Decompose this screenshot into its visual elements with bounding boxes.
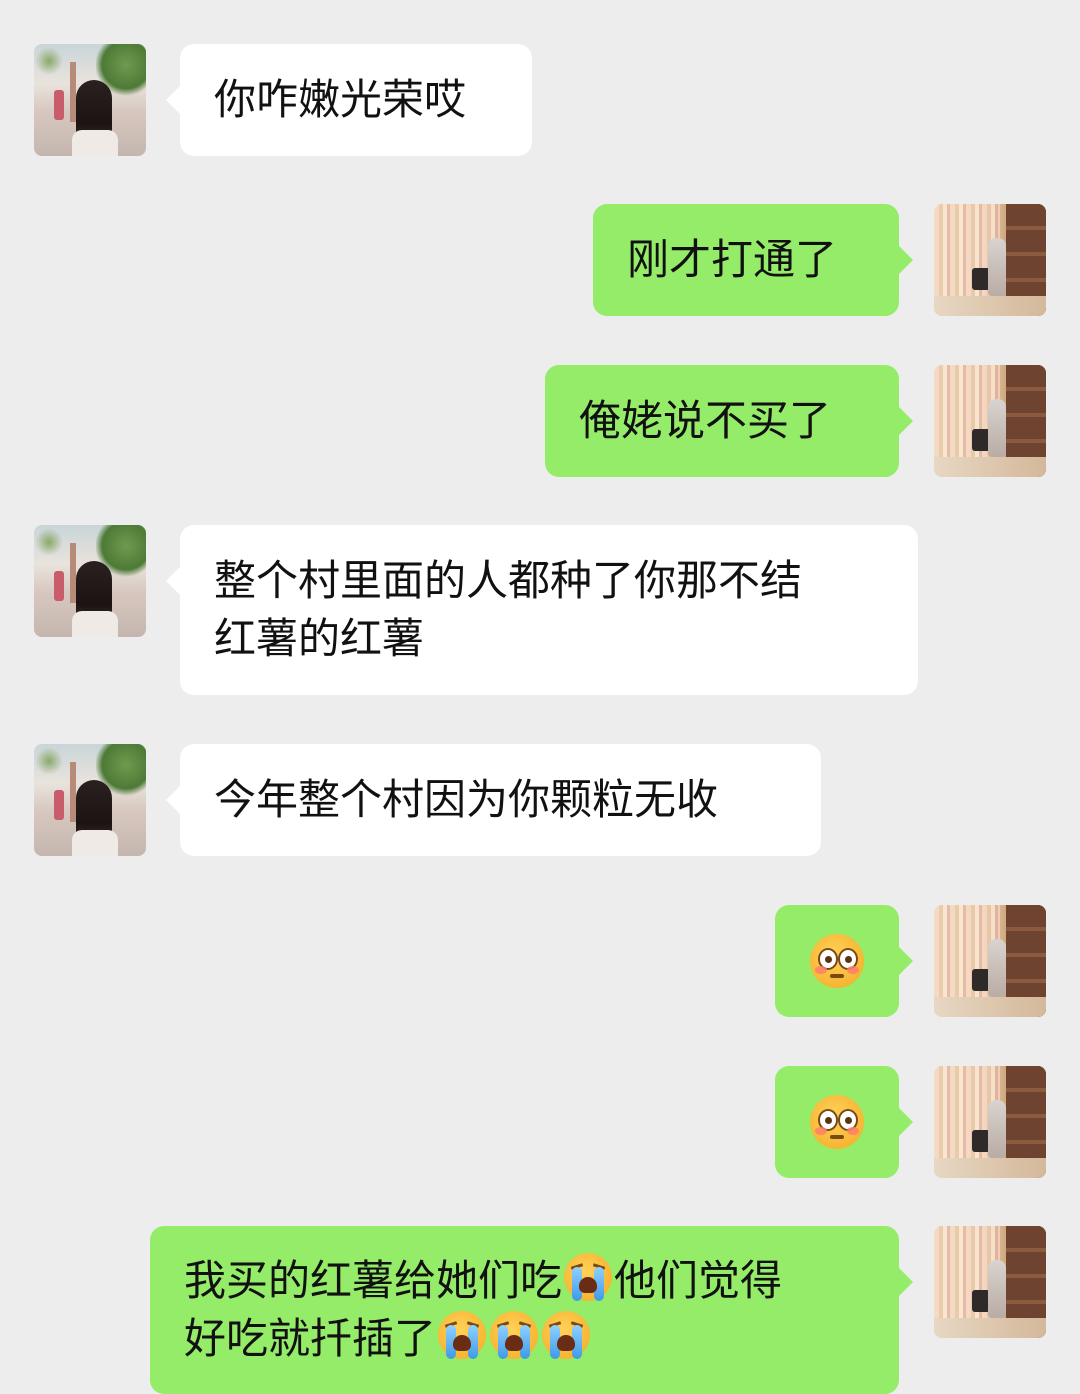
loudly-crying-face-emoji	[564, 1253, 613, 1301]
message-text: 他们觉得	[614, 1256, 783, 1305]
contact-avatar[interactable]	[34, 744, 146, 856]
contact-avatar[interactable]	[34, 525, 146, 637]
message-text: 好吃就扦插了	[184, 1314, 437, 1363]
message-bubble[interactable]: 刚才打通了	[593, 204, 913, 316]
message-text: 你咋嫩光荣哎	[214, 75, 467, 124]
flushed-face-emoji	[810, 1095, 864, 1149]
message-row-outgoing: 刚才打通了	[0, 204, 1080, 316]
message-row-outgoing	[0, 1066, 1080, 1178]
message-row-incoming: 今年整个村因为你颗粒无收	[0, 744, 1080, 856]
user-avatar[interactable]	[934, 905, 1046, 1017]
chat-conversation[interactable]: 你咋嫩光荣哎 刚才打通了 俺姥说不买了 整个村里面的人都种了你那不结 红薯的红薯	[0, 0, 1080, 1394]
message-text: 今年整个村因为你颗粒无收	[214, 775, 719, 824]
message-text-line: 整个村里面的人都种了你那不结	[214, 556, 803, 605]
flushed-face-emoji	[810, 934, 864, 988]
loudly-crying-face-emoji	[438, 1311, 487, 1359]
message-text-line: 好吃就扦插了	[184, 1310, 865, 1368]
message-row-outgoing: 俺姥说不买了	[0, 365, 1080, 477]
contact-avatar[interactable]	[34, 44, 146, 156]
message-bubble[interactable]: 俺姥说不买了	[545, 365, 913, 477]
message-bubble[interactable]: 我买的红薯给她们吃 他们觉得 好吃就扦插了	[150, 1226, 913, 1394]
user-avatar[interactable]	[934, 365, 1046, 477]
message-row-outgoing	[0, 905, 1080, 1017]
message-text: 我买的红薯给她们吃	[184, 1256, 563, 1305]
loudly-crying-face-emoji	[490, 1311, 539, 1359]
message-text: 刚才打通了	[627, 235, 838, 284]
message-bubble[interactable]	[775, 1066, 913, 1178]
message-bubble[interactable]	[775, 905, 913, 1017]
loudly-crying-face-emoji	[542, 1311, 591, 1359]
user-avatar[interactable]	[934, 1066, 1046, 1178]
message-bubble[interactable]: 整个村里面的人都种了你那不结 红薯的红薯	[166, 525, 918, 695]
message-row-incoming: 整个村里面的人都种了你那不结 红薯的红薯	[0, 525, 1080, 695]
message-text: 俺姥说不买了	[579, 396, 832, 445]
message-text-line: 红薯的红薯	[214, 614, 425, 663]
message-bubble[interactable]: 今年整个村因为你颗粒无收	[166, 744, 821, 856]
user-avatar[interactable]	[934, 204, 1046, 316]
message-row-outgoing: 我买的红薯给她们吃 他们觉得 好吃就扦插了	[0, 1226, 1080, 1394]
message-bubble[interactable]: 你咋嫩光荣哎	[166, 44, 532, 156]
message-text-line: 我买的红薯给她们吃 他们觉得	[184, 1252, 865, 1310]
user-avatar[interactable]	[934, 1226, 1046, 1338]
message-row-incoming: 你咋嫩光荣哎	[0, 44, 1080, 156]
